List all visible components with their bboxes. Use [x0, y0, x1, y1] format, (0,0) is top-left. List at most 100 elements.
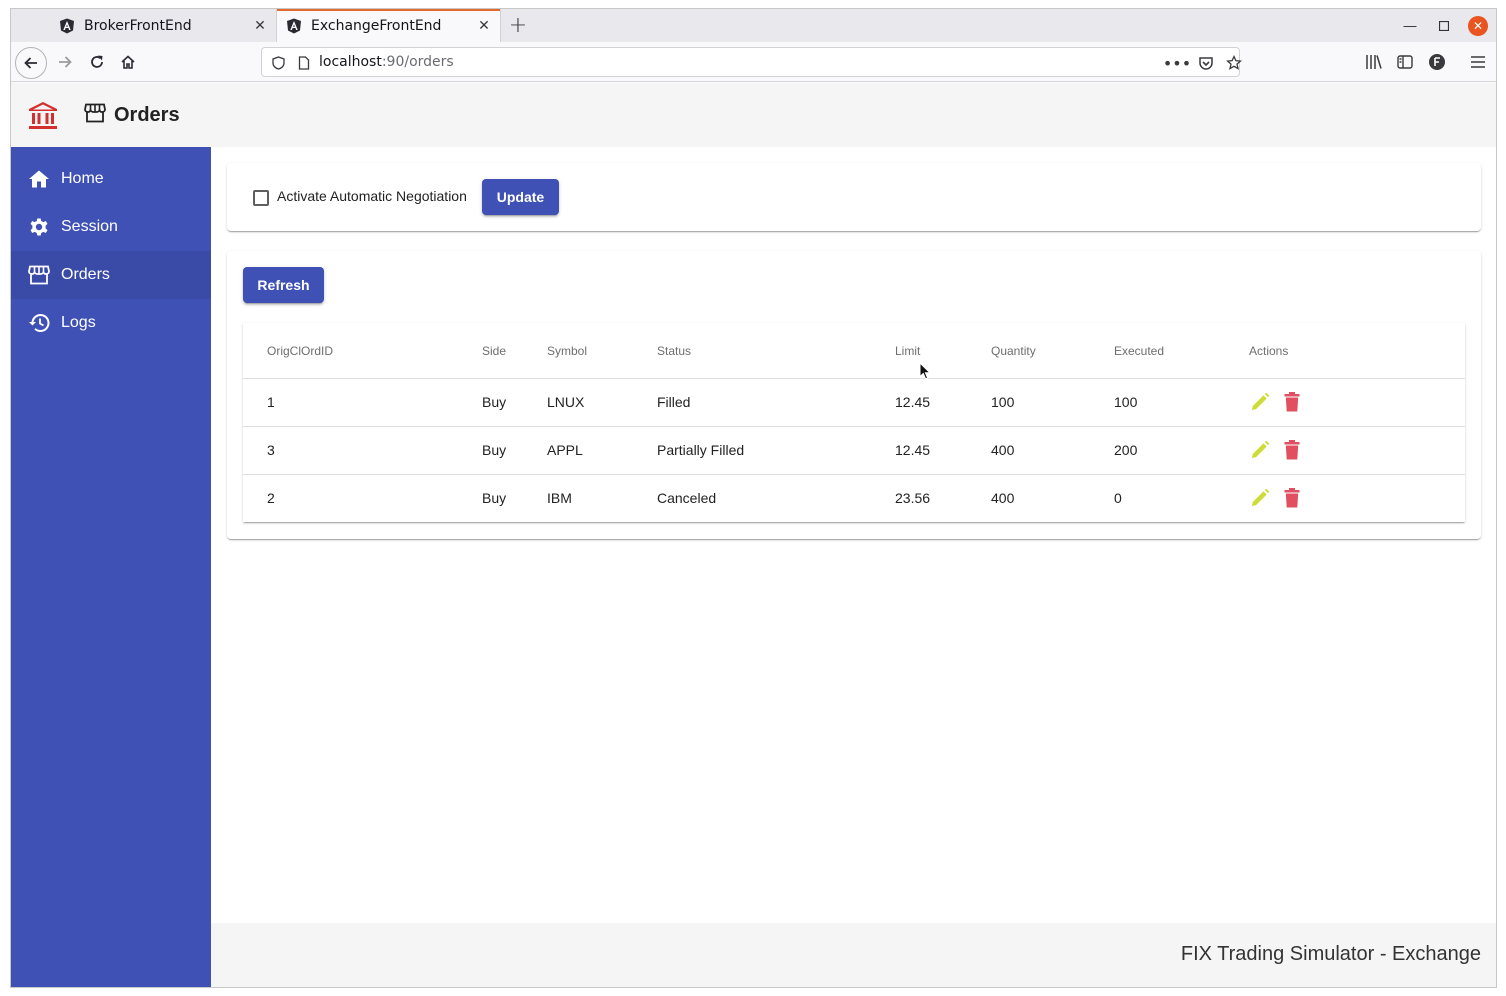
sidebar-item-label: Orders	[61, 266, 110, 283]
edit-pencil-icon[interactable]	[1249, 487, 1271, 509]
cell-status: Filled	[657, 394, 691, 410]
app-header: Orders	[11, 83, 1496, 147]
auto-negotiation-checkbox[interactable]	[253, 190, 269, 206]
reload-button[interactable]	[83, 48, 111, 76]
home-icon	[28, 168, 50, 190]
sidebar-item-logs[interactable]: Logs	[11, 299, 211, 347]
cell-status: Partially Filled	[657, 442, 745, 458]
cell-origclordid: 3	[267, 442, 275, 458]
column-header-limit[interactable]: Limit	[895, 344, 920, 358]
table-row: 1 Buy LNUX Filled 12.45 100 100	[243, 379, 1465, 427]
url-host: localhost	[319, 54, 382, 70]
edit-pencil-icon[interactable]	[1249, 391, 1271, 413]
cell-limit: 23.56	[895, 490, 931, 506]
page-title: Orders	[84, 103, 180, 127]
mouse-cursor-icon	[919, 361, 932, 380]
cell-side: Buy	[482, 442, 507, 458]
update-button[interactable]: Update	[482, 179, 559, 215]
bank-icon[interactable]	[27, 99, 59, 131]
arrow-right-icon	[59, 56, 72, 68]
sidebar-toggle-icon[interactable]	[1393, 50, 1417, 74]
angular-icon	[58, 17, 76, 35]
column-header-side[interactable]: Side	[482, 344, 506, 358]
column-header-quantity[interactable]: Quantity	[991, 344, 1036, 358]
url-bar[interactable]: localhost:90/orders •••	[261, 47, 1242, 77]
sidebar-item-session[interactable]: Session	[11, 203, 211, 251]
column-header-status[interactable]: Status	[657, 344, 691, 358]
reload-icon	[91, 55, 103, 68]
main-content: Activate Automatic Negotiation Update Re…	[211, 147, 1496, 923]
column-header-executed[interactable]: Executed	[1114, 344, 1164, 358]
home-button[interactable]	[114, 48, 142, 76]
browser-window: BrokerFrontEnd ✕ ExchangeFrontEnd ✕ + ― …	[10, 8, 1497, 988]
column-header-symbol[interactable]: Symbol	[547, 344, 587, 358]
orders-table: OrigClOrdID Side Symbol Status Limit Qua…	[243, 323, 1465, 522]
cell-status: Canceled	[657, 490, 717, 506]
account-icon[interactable]	[1425, 50, 1449, 74]
sidebar-item-label: Logs	[61, 314, 96, 331]
cell-quantity: 400	[991, 490, 1015, 506]
cell-executed: 100	[1114, 394, 1138, 410]
cell-executed: 200	[1114, 442, 1138, 458]
arrow-left-icon	[24, 57, 37, 69]
minimize-icon[interactable]: ―	[1401, 17, 1419, 35]
more-actions-icon[interactable]: •••	[1163, 53, 1191, 73]
tab-broker-frontend[interactable]: BrokerFrontEnd ✕	[50, 9, 276, 42]
desktop: BrokerFrontEnd ✕ ExchangeFrontEnd ✕ + ― …	[0, 0, 1506, 996]
page-icon	[294, 53, 314, 73]
column-header-origclordid[interactable]: OrigClOrdID	[267, 344, 333, 358]
delete-trash-icon[interactable]	[1281, 391, 1303, 413]
delete-trash-icon[interactable]	[1281, 487, 1303, 509]
app-footer: FIX Trading Simulator - Exchange	[211, 923, 1496, 987]
window-close-icon[interactable]: ✕	[1468, 16, 1488, 36]
store-icon	[84, 103, 106, 127]
maximize-icon[interactable]	[1435, 17, 1453, 35]
back-button[interactable]	[15, 47, 47, 79]
edit-pencil-icon[interactable]	[1249, 439, 1271, 461]
url-text[interactable]: localhost:90/orders	[319, 54, 454, 70]
cell-symbol: LNUX	[547, 394, 585, 410]
cell-origclordid: 2	[267, 490, 275, 506]
table-row: 2 Buy IBM Canceled 23.56 400 0	[243, 475, 1465, 523]
hamburger-menu-icon[interactable]	[1466, 50, 1490, 74]
url-path: :90/orders	[381, 54, 454, 70]
close-tab-icon[interactable]: ✕	[250, 16, 270, 36]
tab-label: ExchangeFrontEnd	[311, 17, 442, 34]
header-title: Orders	[114, 103, 180, 126]
bookmark-star-icon[interactable]	[1224, 53, 1244, 73]
table-row: 3 Buy APPL Partially Filled 12.45 400 20…	[243, 427, 1465, 475]
cell-quantity: 100	[991, 394, 1015, 410]
cell-executed: 0	[1114, 490, 1122, 506]
tab-label: BrokerFrontEnd	[84, 17, 192, 34]
tab-exchange-frontend[interactable]: ExchangeFrontEnd ✕	[276, 9, 501, 42]
cell-side: Buy	[482, 490, 507, 506]
tab-bar: BrokerFrontEnd ✕ ExchangeFrontEnd ✕ + ― …	[11, 9, 1496, 42]
angular-icon	[285, 17, 303, 35]
delete-trash-icon[interactable]	[1281, 439, 1303, 461]
sidebar-item-home[interactable]: Home	[11, 155, 211, 203]
column-header-actions: Actions	[1249, 344, 1289, 358]
cell-side: Buy	[482, 394, 507, 410]
navigation-toolbar: localhost:90/orders •••	[11, 42, 1496, 82]
shield-icon[interactable]	[268, 53, 288, 73]
close-tab-icon[interactable]: ✕	[474, 16, 494, 36]
cell-quantity: 400	[991, 442, 1015, 458]
negotiation-card: Activate Automatic Negotiation Update	[227, 163, 1481, 231]
pocket-icon[interactable]	[1196, 53, 1216, 73]
sidebar-item-label: Home	[61, 170, 104, 187]
cell-limit: 12.45	[895, 442, 931, 458]
app-root: Orders Home Session Orders Logs Activate…	[11, 83, 1496, 987]
forward-button[interactable]	[51, 48, 79, 76]
history-icon	[28, 312, 50, 334]
library-icon[interactable]	[1362, 50, 1386, 74]
auto-negotiation-label[interactable]: Activate Automatic Negotiation	[277, 188, 467, 204]
gear-icon	[28, 216, 50, 238]
cell-symbol: IBM	[547, 490, 572, 506]
store-icon	[28, 264, 50, 286]
orders-card: Refresh OrigClOrdID Side Symbol Status L…	[227, 251, 1481, 539]
sidebar-item-orders[interactable]: Orders	[11, 251, 211, 299]
footer-text: FIX Trading Simulator - Exchange	[1180, 943, 1481, 965]
sidebar-item-label: Session	[61, 218, 118, 235]
new-tab-button[interactable]: +	[506, 13, 530, 38]
refresh-button[interactable]: Refresh	[243, 267, 324, 303]
